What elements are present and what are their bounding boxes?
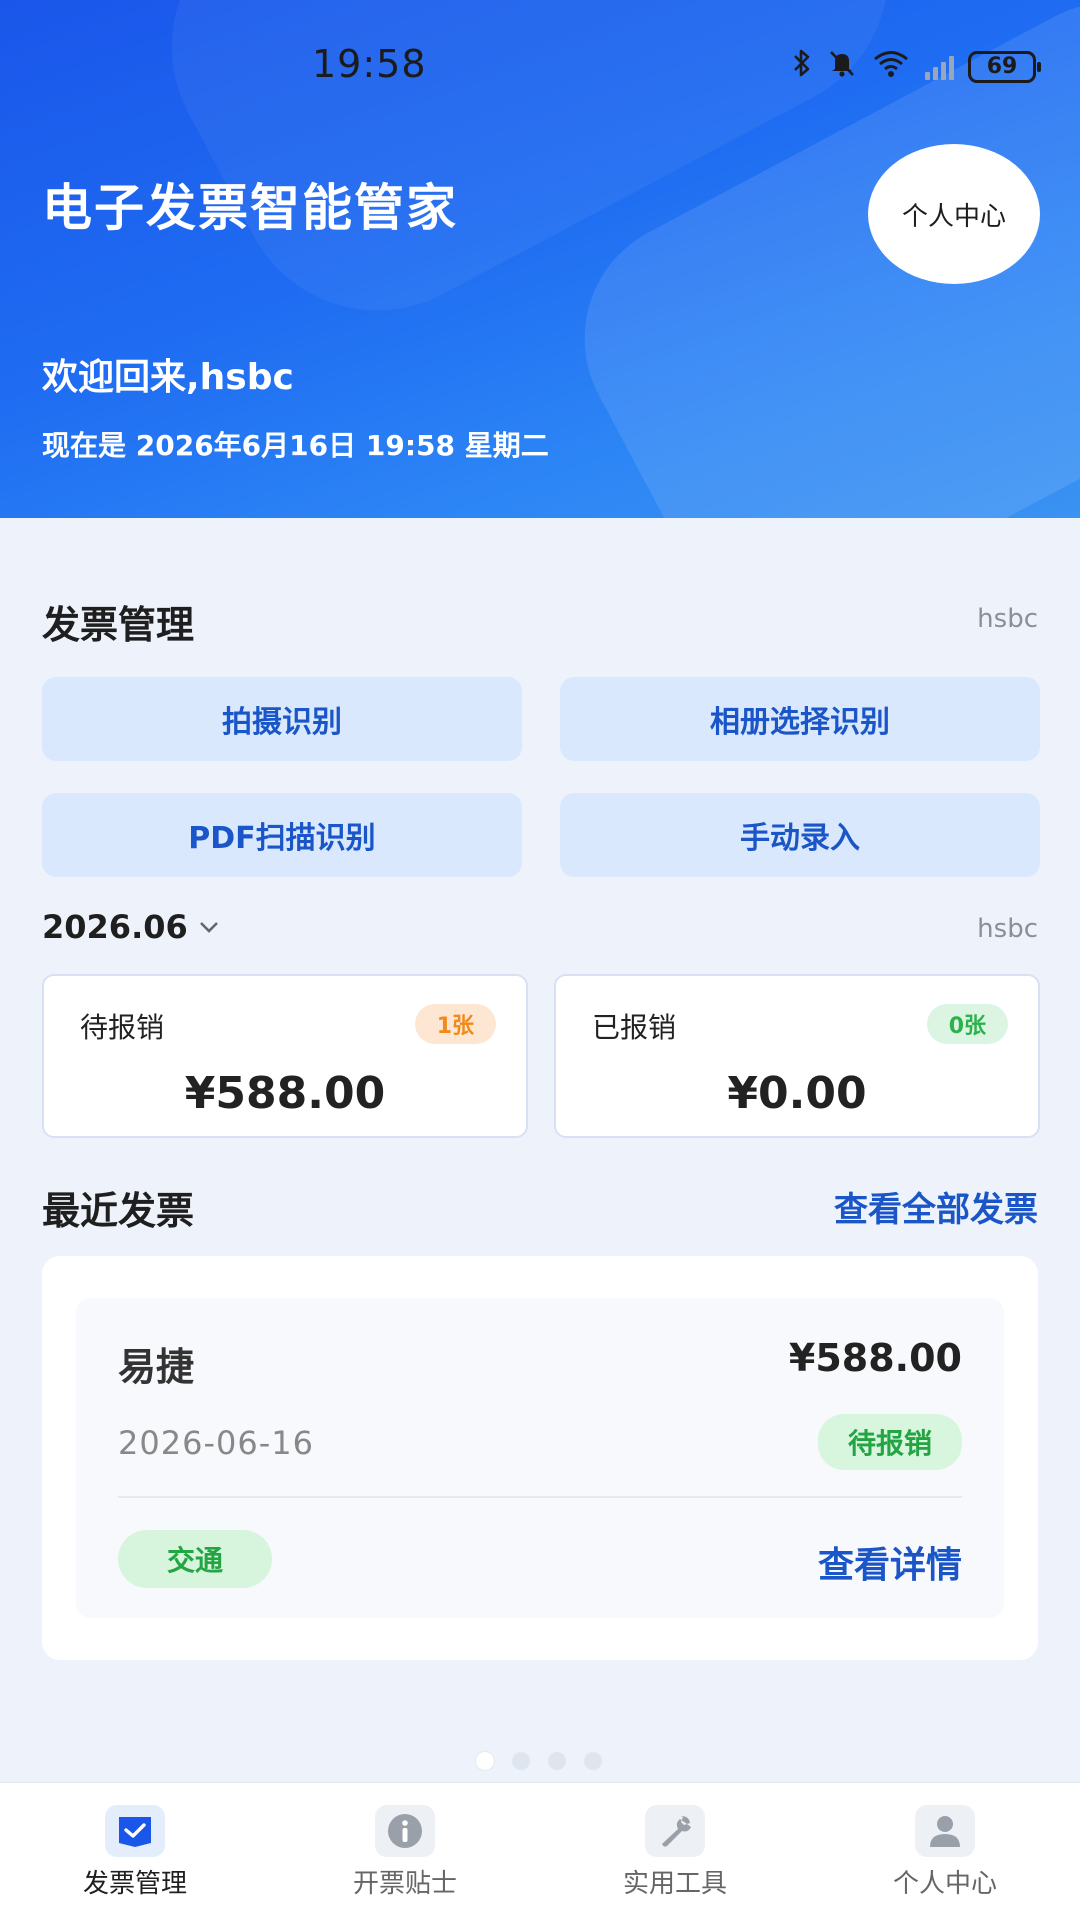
page-dot <box>548 1752 566 1770</box>
view-all-invoices-link[interactable]: 查看全部发票 <box>834 1182 1038 1231</box>
info-icon <box>375 1805 435 1857</box>
welcome-text: 欢迎回来,hsbc <box>42 357 294 398</box>
nav-utility-tools[interactable]: 实用工具 <box>575 1805 775 1900</box>
invoice-amount: ¥588.00 <box>788 1336 962 1380</box>
status-bar: 19:58 69 <box>0 36 1080 96</box>
invoice-check-icon <box>105 1805 165 1857</box>
wrench-icon <box>645 1805 705 1857</box>
divider <box>118 1496 962 1498</box>
month-picker[interactable]: 2026.06 <box>42 908 220 946</box>
mute-bell-icon <box>827 48 857 85</box>
page-dot <box>512 1752 530 1770</box>
profile-center-button[interactable]: 个人中心 <box>868 144 1040 284</box>
page-dot <box>476 1752 494 1770</box>
pending-count-badge: 1张 <box>414 1004 496 1044</box>
nav-label: 实用工具 <box>622 1869 727 1899</box>
nav-label: 发票管理 <box>82 1869 187 1899</box>
username-label: hsbc <box>977 914 1038 944</box>
status-icons: 69 <box>791 48 1041 85</box>
page-indicator <box>476 1752 602 1770</box>
nav-label: 开票贴士 <box>352 1869 457 1899</box>
invoice-date: 2026-06-16 <box>118 1424 314 1462</box>
battery-level: 69 <box>986 54 1018 79</box>
reimbursed-label: 已报销 <box>592 1011 677 1044</box>
reimbursed-summary-card[interactable]: 已报销 0张 ¥0.00 <box>554 974 1040 1138</box>
pending-label: 待报销 <box>80 1011 165 1044</box>
bottom-navigation: 发票管理 开票贴士 实用工具 个人中心 <box>0 1782 1080 1920</box>
invoice-category-tag: 交通 <box>118 1530 272 1588</box>
invoice-status-badge: 待报销 <box>817 1414 962 1470</box>
reimbursed-amount: ¥0.00 <box>727 1068 867 1119</box>
nav-invoice-management[interactable]: 发票管理 <box>35 1805 235 1900</box>
bluetooth-icon <box>791 48 813 85</box>
invoice-card[interactable]: 易捷 ¥588.00 2026-06-16 待报销 交通 查看详情 <box>76 1298 1004 1618</box>
page-dot <box>584 1752 602 1770</box>
chevron-down-icon <box>198 915 220 940</box>
status-time: 19:58 <box>312 42 427 86</box>
album-recognize-button[interactable]: 相册选择识别 <box>560 677 1040 761</box>
view-details-link[interactable]: 查看详情 <box>818 1536 962 1588</box>
invoice-merchant: 易捷 <box>118 1345 195 1389</box>
username-label: hsbc <box>977 604 1038 634</box>
manual-entry-button[interactable]: 手动录入 <box>560 793 1040 877</box>
pending-summary-card[interactable]: 待报销 1张 ¥588.00 <box>42 974 528 1138</box>
invoice-management-title: 发票管理 <box>42 603 195 647</box>
recent-invoices-panel: 易捷 ¥588.00 2026-06-16 待报销 交通 查看详情 <box>42 1256 1038 1660</box>
cellular-signal-icon <box>925 54 954 80</box>
nav-profile-center[interactable]: 个人中心 <box>845 1805 1045 1900</box>
photo-recognize-button[interactable]: 拍摄识别 <box>42 677 522 761</box>
recent-invoices-title: 最近发票 <box>42 1189 195 1233</box>
reimbursed-count-badge: 0张 <box>926 1004 1008 1044</box>
app-header: 19:58 69 电子发票智能管家 个人中心 欢迎回来,hsbc 现在是 202… <box>0 0 1080 518</box>
person-icon <box>915 1805 975 1857</box>
battery-icon: 69 <box>968 50 1041 83</box>
pdf-scan-button[interactable]: PDF扫描识别 <box>42 793 522 877</box>
nav-label: 个人中心 <box>892 1869 997 1899</box>
month-value: 2026.06 <box>42 908 188 946</box>
pending-amount: ¥588.00 <box>184 1068 386 1119</box>
app-title: 电子发票智能管家 <box>42 179 458 237</box>
nav-invoice-tips[interactable]: 开票贴士 <box>305 1805 505 1900</box>
wifi-icon <box>871 48 911 85</box>
current-datetime: 现在是 2026年6月16日 19:58 星期二 <box>42 429 549 462</box>
